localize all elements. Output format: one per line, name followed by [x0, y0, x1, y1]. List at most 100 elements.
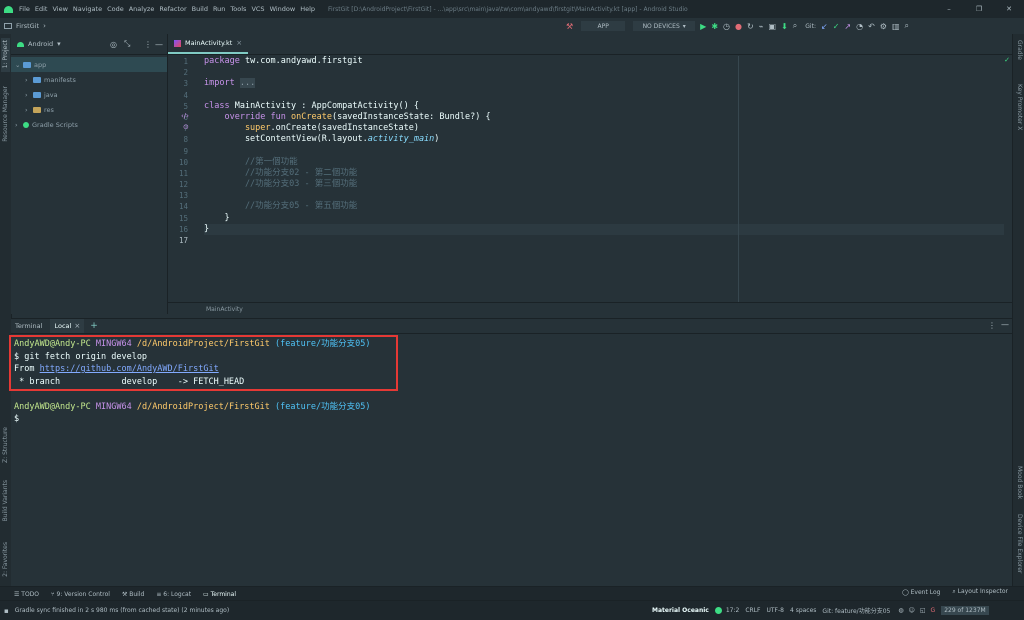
build-tab[interactable]: ⚒ Build	[122, 591, 144, 598]
menu-analyze[interactable]: Analyze	[129, 5, 155, 13]
menu-file[interactable]: File	[19, 5, 30, 13]
tree-item[interactable]: › manifests	[11, 72, 167, 87]
code-line-5: class MainActivity : AppCompatActivity()…	[204, 101, 1004, 112]
menu-run[interactable]: Run	[213, 5, 225, 13]
lock-icon[interactable]: ◍	[898, 607, 903, 614]
git-commit-icon[interactable]: ✓	[833, 22, 840, 31]
git-update-icon[interactable]: ↙	[821, 22, 828, 31]
tree-item[interactable]: › res	[11, 102, 167, 117]
terminal-output[interactable]: AndyAWD@Andy-PC MINGW64 /d/AndroidProjec…	[14, 338, 1004, 426]
menu-code[interactable]: Code	[107, 5, 124, 13]
menu-vcs[interactable]: VCS	[251, 5, 264, 13]
code-token: super	[204, 123, 271, 134]
terminal-tab-local[interactable]: Local ×	[50, 319, 85, 333]
remote-url-link[interactable]: https://github.com/AndyAWD/FirstGit	[40, 364, 219, 374]
indent-setting[interactable]: 4 spaces	[790, 607, 816, 614]
terminal-tab[interactable]: ▭ Terminal	[203, 591, 236, 598]
event-icon[interactable]: ◱	[920, 607, 926, 614]
new-terminal-button[interactable]: +	[90, 321, 98, 331]
collapse-all-icon[interactable]: ⤡	[124, 39, 130, 49]
layout-icon[interactable]: ▥	[892, 22, 900, 31]
theme-indicator[interactable]: Material Oceanic	[652, 607, 709, 614]
menu-view[interactable]: View	[52, 5, 67, 13]
run-icon[interactable]: ▶	[700, 22, 706, 31]
menu-tools[interactable]: Tools	[230, 5, 246, 13]
tree-item[interactable]: › java	[11, 87, 167, 102]
hammer-icon[interactable]: ⚒	[566, 22, 573, 31]
project-tool-tab[interactable]: 1: Project	[2, 40, 9, 68]
gradle-sync-icon[interactable]: ⌁	[759, 22, 764, 31]
code-view[interactable]: package tw.com.andyawd.firstgit import .…	[204, 56, 1004, 235]
menu-build[interactable]: Build	[192, 5, 208, 13]
target-icon[interactable]: ◎	[110, 40, 117, 49]
editor-tab-mainactivity[interactable]: MainActivity.kt ×	[168, 34, 249, 54]
more-options-icon[interactable]: ⋮	[144, 40, 152, 49]
code-token: (savedInstanceState: Bundle?) {	[331, 111, 491, 122]
mood-book-tool-tab[interactable]: Mood Book	[1016, 466, 1023, 499]
close-window-button[interactable]: ✕	[994, 5, 1024, 13]
chevron-right-icon[interactable]: ›	[25, 106, 33, 114]
version-control-tab[interactable]: ⑂ 9: Version Control	[51, 591, 110, 598]
layout-inspector-tab[interactable]: ⌕ Layout Inspector	[952, 588, 1008, 596]
nav-breadcrumb[interactable]: FirstGit	[16, 22, 39, 30]
menu-navigate[interactable]: Navigate	[73, 5, 102, 13]
restore-button[interactable]: ❐	[964, 5, 994, 13]
sdk-manager-icon[interactable]: ⬇	[781, 22, 788, 31]
more-options-icon[interactable]: ⋮	[988, 321, 996, 330]
avd-manager-icon[interactable]: ▣	[769, 22, 777, 31]
chevron-right-icon[interactable]: ›	[25, 76, 33, 84]
settings-icon[interactable]: ⚙	[880, 22, 887, 31]
device-select[interactable]: NO DEVICES ▾	[633, 21, 696, 31]
debug-icon[interactable]: ✱	[711, 22, 718, 31]
inspector-icon[interactable]: ☺	[909, 607, 915, 614]
memory-indicator[interactable]: 229 of 1237M	[941, 606, 989, 615]
editor-breadcrumb[interactable]: MainActivity	[206, 306, 243, 313]
hide-panel-icon[interactable]: —	[1001, 320, 1009, 329]
tree-item[interactable]: › Gradle Scripts	[11, 117, 167, 132]
run-config-select[interactable]: APP	[581, 21, 626, 31]
google-icon[interactable]: G	[931, 607, 936, 614]
line-separator[interactable]: CRLF	[745, 607, 760, 614]
menu-refactor[interactable]: Refactor	[159, 5, 186, 13]
minimize-button[interactable]: –	[934, 5, 964, 13]
chevron-right-icon[interactable]: ›	[25, 91, 33, 99]
hide-panel-icon[interactable]: —	[155, 40, 163, 49]
resource-manager-tool-tab[interactable]: Resource Manager	[2, 86, 9, 142]
gradle-tool-tab[interactable]: Gradle	[1016, 40, 1023, 60]
favorites-tool-tab[interactable]: 2: Favorites	[2, 542, 9, 577]
file-encoding[interactable]: UTF-8	[766, 607, 784, 614]
menu-edit[interactable]: Edit	[35, 5, 48, 13]
profile-icon[interactable]: ◷	[723, 22, 730, 31]
git-history-icon[interactable]: ◔	[856, 22, 863, 31]
git-push-icon[interactable]: ↗	[844, 22, 851, 31]
menu-help[interactable]: Help	[300, 5, 315, 13]
build-variants-tool-tab[interactable]: Build Variants	[2, 480, 9, 521]
chevron-down-icon[interactable]: ⌄	[15, 61, 23, 69]
close-tab-icon[interactable]: ×	[74, 322, 80, 330]
device-file-explorer-tool-tab[interactable]: Device File Explorer	[1016, 514, 1023, 573]
caret-position[interactable]: 17:2	[726, 607, 739, 614]
status-message[interactable]: Gradle sync finished in 2 s 980 ms (from…	[15, 607, 229, 614]
git-branch-widget[interactable]: Git: feature/功能分支05	[822, 606, 890, 615]
terminal-input-line[interactable]: $	[14, 413, 1004, 426]
key-promoter-tool-tab[interactable]: Key Promoter X	[1016, 84, 1023, 130]
structure-tool-tab[interactable]: Z: Structure	[2, 427, 9, 463]
search-icon[interactable]: ⌕	[793, 21, 797, 31]
git-rollback-icon[interactable]: ↶	[868, 22, 875, 31]
close-tab-icon[interactable]: ×	[236, 39, 242, 47]
terminal-branch-line: * branch develop -> FETCH_HEAD	[14, 376, 245, 387]
todo-tab[interactable]: ☰ TODO	[14, 591, 39, 598]
tree-item[interactable]: ⌄ app	[11, 57, 167, 72]
tree-item-label: java	[44, 90, 58, 99]
event-log-tab[interactable]: ◯ Event Log	[902, 589, 940, 596]
logcat-tab[interactable]: ≡ 6: Logcat	[156, 591, 191, 598]
menu-window[interactable]: Window	[270, 5, 296, 13]
folded-imports[interactable]: ...	[239, 78, 256, 89]
magnifier-icon[interactable]: ⌕	[905, 21, 909, 31]
chevron-down-icon[interactable]: ▾	[57, 40, 61, 48]
project-view-select[interactable]: Android	[28, 40, 53, 48]
stop-icon[interactable]: ●	[735, 22, 742, 31]
apply-changes-icon[interactable]: ↻	[747, 22, 754, 31]
chevron-right-icon[interactable]: ›	[15, 121, 23, 129]
